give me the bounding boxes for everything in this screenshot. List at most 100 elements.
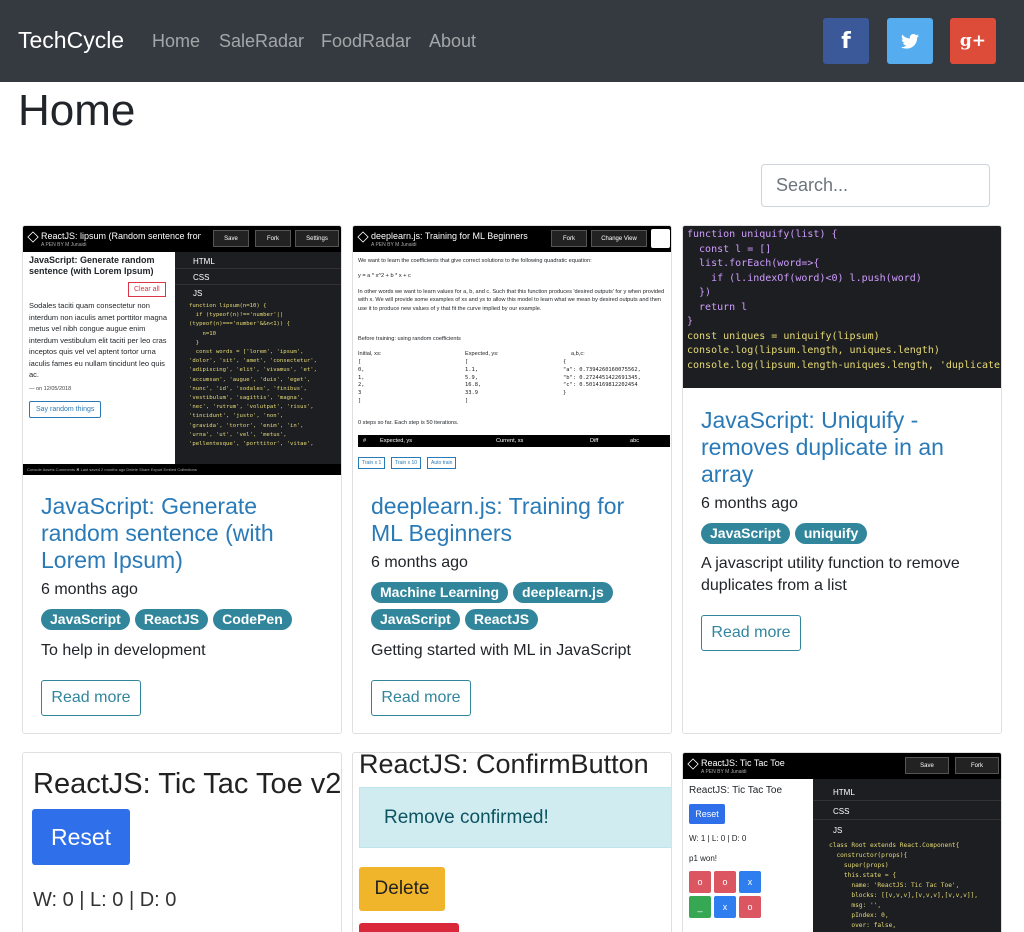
codepen-footer: Console Assets Comments ✖ Last saved 2 m…: [23, 464, 341, 475]
post-thumbnail[interactable]: ReactJS: ConfirmButton Remove confirmed!…: [353, 753, 671, 932]
list-line: "a": 0.7394260160075562,: [563, 366, 641, 373]
code-line: function uniquify(list) {: [687, 229, 838, 240]
code-snippet: function lipsum(n=10) { if (typeof(n)!==…: [189, 302, 341, 462]
post-thumbnail[interactable]: ReactJS: lipsum (Random sentence from ..…: [23, 226, 341, 475]
code-pane: HTML CSS JS class Root extends React.Com…: [813, 779, 1001, 932]
read-more-button[interactable]: Read more: [701, 615, 801, 651]
code-line: 'adipiscing', 'elit', 'vivamus', 'et',: [189, 367, 317, 374]
search-input[interactable]: [761, 164, 990, 207]
post-date: 6 months ago: [701, 495, 798, 512]
list-line: [: [465, 359, 469, 365]
google-plus-icon: g+: [959, 31, 987, 51]
code-line: function lipsum(n=10) {: [189, 303, 267, 309]
avatar: [651, 229, 670, 248]
post-tags: JavaScript uniquify: [701, 523, 991, 544]
twitter-button[interactable]: [887, 18, 933, 64]
google-plus-button[interactable]: g+: [950, 18, 996, 64]
tag-badge[interactable]: ReactJS: [134, 609, 209, 630]
post-card-confirmbutton: ReactJS: ConfirmButton Remove confirmed!…: [352, 752, 672, 932]
post-tags: Machine Learning deeplearn.js JavaScript…: [371, 582, 661, 630]
code-line: 'nec', 'rutrum', 'volutpat', 'risus',: [189, 404, 314, 411]
board-cell: x: [714, 896, 736, 918]
code-pane: HTML CSS JS function lipsum(n=10) { if (…: [175, 252, 341, 464]
post-card-tictactoe: ReactJS: Tic Tac Toe A PEN BY M Junaidi …: [682, 752, 1002, 932]
nav-link-saleradar[interactable]: SaleRadar: [219, 31, 304, 52]
post-card-lipsum: ReactJS: lipsum (Random sentence from ..…: [22, 225, 342, 734]
facebook-button[interactable]: f: [823, 18, 869, 64]
board-cell: o: [739, 896, 761, 918]
list-line: 16.8,: [465, 382, 482, 389]
code-line: 'urna', 'ut', 'vel', 'metus',: [189, 431, 287, 438]
codepen-header: ReactJS: lipsum (Random sentence from ..…: [23, 226, 341, 252]
page-title: Home: [18, 86, 136, 135]
board-cell: o: [689, 871, 711, 893]
tag-badge[interactable]: CodePen: [213, 609, 292, 630]
post-description: Getting started with ML in JavaScript: [371, 642, 631, 659]
post-date: 6 months ago: [371, 554, 468, 571]
codepen-header: ReactJS: Tic Tac Toe A PEN BY M Junaidi …: [683, 753, 1001, 779]
list-line: 33.9: [465, 390, 478, 397]
code-line: const l = []: [687, 243, 772, 255]
code-line: 'nunc', 'id', 'sodales', 'finibus',: [189, 385, 307, 392]
post-title[interactable]: deeplearn.js: Training for ML Beginners: [371, 493, 651, 547]
code-line: 'pellentesque', 'porttitor', 'vitae',: [189, 441, 314, 448]
post-description: To help in development: [41, 642, 206, 659]
code-line: name: 'ReactJS: Tic Tac Toe',: [829, 882, 960, 889]
code-line: 'gravida', 'tortor', 'enim', 'in',: [189, 422, 304, 429]
code-line: pIndex: 0,: [829, 912, 889, 919]
code-line: 'dolor', 'sit', 'amet', 'consectetur',: [189, 358, 317, 365]
codepen-icon: [357, 231, 369, 243]
post-thumbnail[interactable]: ReactJS: Tic Tac Toe A PEN BY M Junaidi …: [683, 753, 1001, 932]
post-title[interactable]: JavaScript: Generate random sentence (wi…: [41, 493, 321, 574]
tag-badge[interactable]: ReactJS: [464, 609, 539, 630]
danger-button: [359, 923, 459, 932]
nav-link-foodradar[interactable]: FoodRadar: [321, 31, 411, 52]
codepen-header: deeplearn.js: Training for ML Beginners …: [353, 226, 671, 252]
ys-list: [1.1, 5.9, 16.8, 33.9]: [465, 359, 481, 406]
post-title[interactable]: JavaScript: Uniquify - removes duplicate…: [701, 407, 991, 488]
code-line: this.state = {: [829, 872, 897, 879]
read-more-button[interactable]: Read more: [371, 680, 471, 716]
code-line: 'vestibulum', 'sagittis', 'magna',: [189, 395, 304, 402]
code-line: console.log(lipsum.length, uniques.lengt…: [687, 345, 940, 356]
code-line: if (l.indexOf(word)<0) l.push(word): [687, 272, 922, 284]
tag-badge[interactable]: deeplearn.js: [513, 582, 613, 603]
post-card-tictactoe-v2: ReactJS: Tic Tac Toe v2 Reset W: 0 | L: …: [22, 752, 342, 932]
codepen-icon: [27, 231, 39, 243]
tag-badge[interactable]: JavaScript: [371, 609, 460, 630]
navbar: TechCycle Home SaleRadar FoodRadar About…: [0, 0, 1024, 82]
list-line: ]: [358, 397, 362, 404]
tag-badge[interactable]: Machine Learning: [371, 582, 509, 603]
tag-badge[interactable]: JavaScript: [41, 609, 130, 630]
code-line: console.log(lipsum.length-uniques.length…: [687, 359, 1002, 371]
abc-list: {"a": 0.7394260160075562, "b": 0.27244514…: [563, 359, 641, 398]
xs-list: [0, 1, 2, 3]: [358, 359, 365, 406]
post-thumbnail[interactable]: deeplearn.js: Training for ML Beginners …: [353, 226, 671, 475]
code-line: n=10: [189, 330, 216, 337]
list-line: 5.9,: [465, 374, 478, 381]
board-cell: o: [714, 871, 736, 893]
post-description: A javascript utility function to remove …: [701, 555, 960, 594]
list-line: [: [358, 359, 362, 365]
post-thumbnail[interactable]: ReactJS: Tic Tac Toe v2 Reset W: 0 | L: …: [23, 753, 341, 932]
post-tags: JavaScript ReactJS CodePen: [41, 609, 331, 630]
code-snippet: function uniquify(list) { const l = [] l…: [687, 228, 1002, 373]
code-snippet: class Root extends React.Component{ cons…: [829, 841, 1001, 931]
code-line: const uniques = uniquify(lipsum): [687, 330, 880, 342]
code-line: if (typeof(n)!=='number'||: [189, 312, 284, 319]
nav-link-home[interactable]: Home: [152, 31, 200, 52]
post-thumbnail[interactable]: function uniquify(list) { const l = [] l…: [683, 226, 1002, 388]
list-line: 1,: [358, 374, 365, 381]
training-table-header: # Expected, ys Current, xs Diff abc: [358, 435, 670, 447]
tag-badge[interactable]: JavaScript: [701, 523, 790, 544]
post-date: 6 months ago: [41, 581, 138, 598]
list-line: {: [563, 359, 567, 365]
tag-badge[interactable]: uniquify: [794, 523, 868, 544]
read-more-button[interactable]: Read more: [41, 680, 141, 716]
brand-logo[interactable]: TechCycle: [18, 27, 124, 54]
code-line: blocks: [[v,v,v],[v,v,v],[v,v,v]],: [829, 892, 979, 899]
code-line: super(props): [829, 862, 889, 869]
board-cell: x: [739, 871, 761, 893]
board-cell: _: [689, 896, 711, 918]
nav-link-about[interactable]: About: [429, 31, 476, 52]
